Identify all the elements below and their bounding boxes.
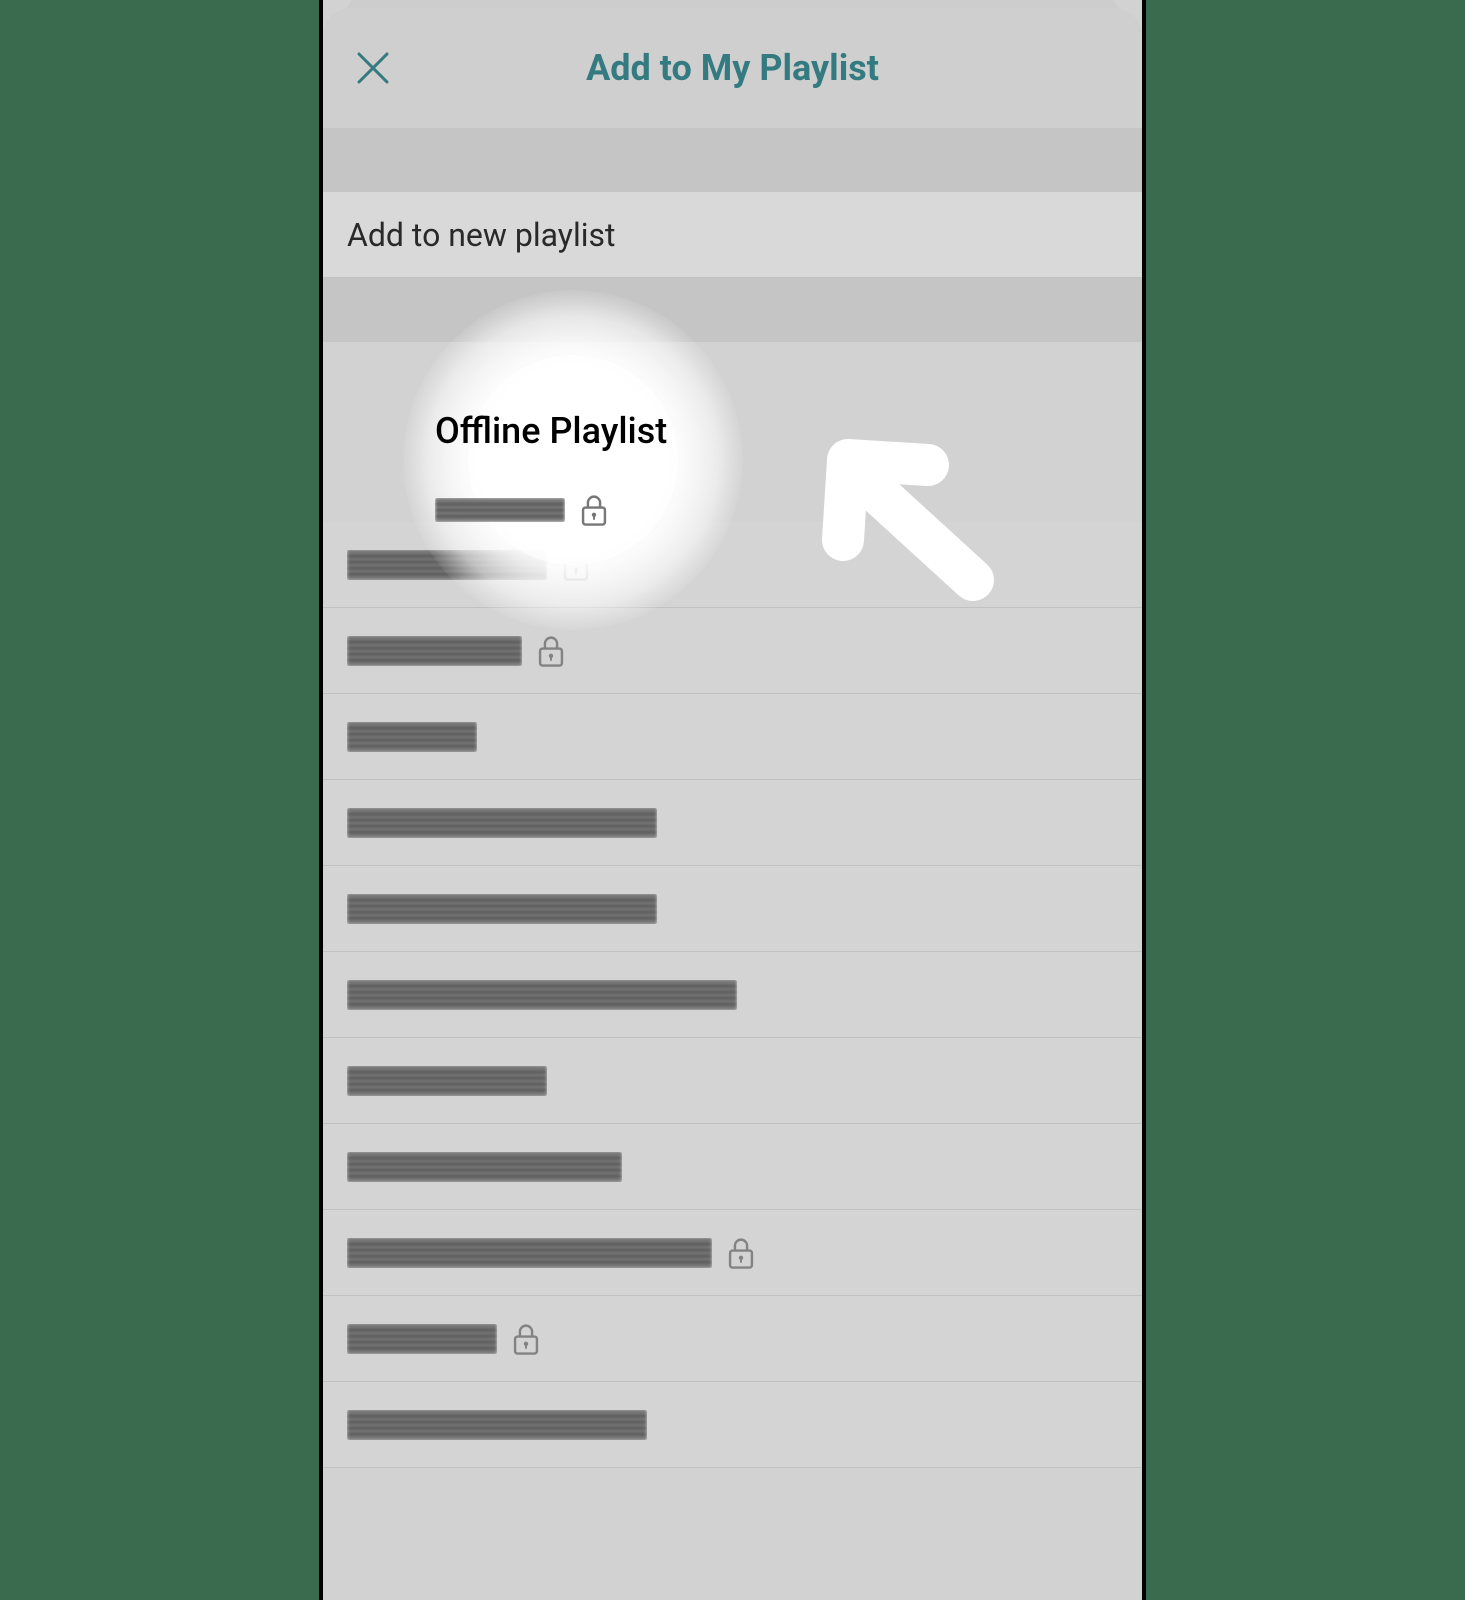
add-to-new-playlist-row[interactable]: Add to new playlist <box>323 192 1142 278</box>
lock-icon <box>561 548 591 582</box>
redacted-text <box>347 1152 622 1182</box>
redacted-text <box>347 722 477 752</box>
redacted-text <box>347 1238 712 1268</box>
redacted-text <box>347 980 737 1010</box>
playlist-row[interactable] <box>323 608 1142 694</box>
redacted-text <box>435 498 565 522</box>
lock-icon <box>536 634 566 668</box>
add-new-label: Add to new playlist <box>347 216 615 254</box>
spacer <box>323 128 1142 192</box>
playlist-row[interactable] <box>323 694 1142 780</box>
lock-icon <box>726 1236 756 1270</box>
playlist-row[interactable] <box>323 1210 1142 1296</box>
playlist-row[interactable] <box>323 866 1142 952</box>
redacted-text <box>347 636 522 666</box>
spacer <box>323 278 1142 342</box>
playlist-row[interactable] <box>323 952 1142 1038</box>
redacted-text <box>347 1066 547 1096</box>
lock-icon <box>511 1322 541 1356</box>
redacted-text <box>347 808 657 838</box>
mobile-screen: Add to My Playlist Add to new playlist O… <box>319 0 1146 1600</box>
playlist-row[interactable] <box>323 1296 1142 1382</box>
lock-icon <box>579 493 609 527</box>
modal-header: Add to My Playlist <box>323 8 1142 128</box>
playlist-row[interactable] <box>323 522 1142 608</box>
offline-playlist-item[interactable] <box>435 490 609 530</box>
playlist-row[interactable] <box>323 780 1142 866</box>
offline-playlist-row[interactable]: Offline Playlist <box>435 410 667 452</box>
modal-title: Add to My Playlist <box>586 47 879 89</box>
redacted-text <box>347 1410 647 1440</box>
close-icon[interactable] <box>351 46 395 90</box>
redacted-text <box>347 550 547 580</box>
playlist-row[interactable] <box>323 1038 1142 1124</box>
redacted-text <box>347 1324 497 1354</box>
playlist-row[interactable] <box>323 1124 1142 1210</box>
redacted-text <box>347 894 657 924</box>
playlist-row[interactable] <box>323 1382 1142 1468</box>
